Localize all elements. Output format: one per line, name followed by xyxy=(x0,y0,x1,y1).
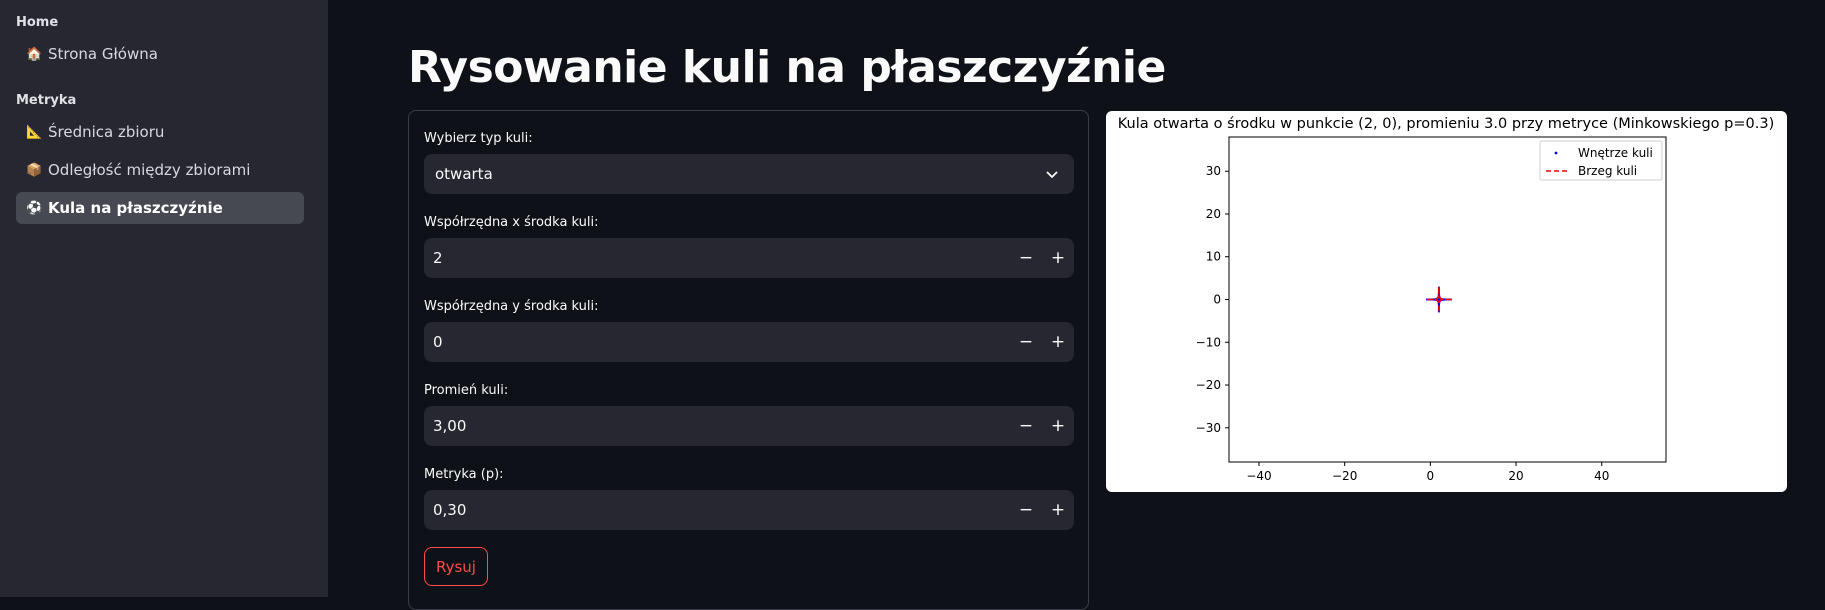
x-tick-label: 0 xyxy=(1427,469,1435,483)
ball-chart: Kula otwarta o środku w punkcie (2, 0), … xyxy=(1118,116,1775,483)
metric-p-input[interactable]: 0,30 − + xyxy=(424,490,1074,530)
p-decrement-button[interactable]: − xyxy=(1010,490,1042,530)
y-tick-label: −10 xyxy=(1196,335,1221,349)
nav-item-label: Odległość między zbiorami xyxy=(48,161,251,179)
sidebar: Home 🏠 Strona Główna Metryka 📐 Średnica … xyxy=(0,0,328,597)
y-center-value[interactable]: 0 xyxy=(433,333,1010,351)
ball-type-value: otwarta xyxy=(435,165,493,183)
nav-item-label: Kula na płaszczyźnie xyxy=(48,199,223,217)
nav-item-strona-glowna[interactable]: 🏠 Strona Główna xyxy=(16,38,304,70)
y-tick-label: 30 xyxy=(1206,164,1221,178)
main-content: Rysowanie kuli na płaszczyźnie Wybierz t… xyxy=(328,0,1825,610)
radius-value[interactable]: 3,00 xyxy=(433,417,1010,435)
x-tick-label: 20 xyxy=(1508,469,1523,483)
radius-input[interactable]: 3,00 − + xyxy=(424,406,1074,446)
x-center-value[interactable]: 2 xyxy=(433,249,1010,267)
page-title: Rysowanie kuli na płaszczyźnie xyxy=(408,42,1166,93)
x-center-input[interactable]: 2 − + xyxy=(424,238,1074,278)
legend-label-boundary: Brzeg kuli xyxy=(1578,164,1637,178)
y-tick-label: −20 xyxy=(1196,378,1221,392)
y-decrement-button[interactable]: − xyxy=(1010,322,1042,362)
soccer-ball-icon: ⚽ xyxy=(26,200,43,216)
radius-increment-button[interactable]: + xyxy=(1042,406,1074,446)
radius-label: Promień kuli: xyxy=(424,383,509,398)
nav-item-srednica-zbioru[interactable]: 📐 Średnica zbioru xyxy=(16,116,304,148)
nav-item-odleglosc-miedzy-zbiorami[interactable]: 📦 Odległość między zbiorami xyxy=(16,154,304,186)
x-tick-label: −20 xyxy=(1332,469,1357,483)
x-tick-label: −40 xyxy=(1246,469,1271,483)
house-icon: 🏠 xyxy=(26,46,43,62)
chart-title: Kula otwarta o środku w punkcie (2, 0), … xyxy=(1118,116,1775,132)
nav-item-kula-na-plaszczyznie[interactable]: ⚽ Kula na płaszczyźnie xyxy=(16,192,304,224)
chevron-down-icon xyxy=(1046,171,1058,179)
y-tick-label: 20 xyxy=(1206,207,1221,221)
y-tick-label: −30 xyxy=(1196,421,1221,435)
y-increment-button[interactable]: + xyxy=(1042,322,1074,362)
nav-item-label: Strona Główna xyxy=(48,45,158,63)
draw-button[interactable]: Rysuj xyxy=(424,547,488,586)
legend-label-interior: Wnętrze kuli xyxy=(1578,146,1653,160)
box-icon: 📦 xyxy=(26,162,43,178)
triangular-ruler-icon: 📐 xyxy=(26,124,43,140)
ball-type-label: Wybierz typ kuli: xyxy=(424,131,533,146)
metric-p-label: Metryka (p): xyxy=(424,467,504,482)
y-center-label: Współrzędna y środka kuli: xyxy=(424,299,599,314)
metric-p-value[interactable]: 0,30 xyxy=(433,501,1010,519)
y-center-input[interactable]: 0 − + xyxy=(424,322,1074,362)
x-tick-label: 40 xyxy=(1594,469,1609,483)
y-tick-label: 0 xyxy=(1213,293,1221,307)
ball-plot: Kula otwarta o środku w punkcie (2, 0), … xyxy=(1106,111,1787,492)
y-tick-label: 10 xyxy=(1206,250,1221,264)
ball-form: Wybierz typ kuli: otwarta Współrzędna x … xyxy=(408,110,1089,610)
nav-section-metryka: Metryka xyxy=(16,93,77,108)
p-increment-button[interactable]: + xyxy=(1042,490,1074,530)
nav-section-home: Home xyxy=(16,15,59,30)
x-increment-button[interactable]: + xyxy=(1042,238,1074,278)
radius-decrement-button[interactable]: − xyxy=(1010,406,1042,446)
legend-marker-interior xyxy=(1554,151,1558,155)
x-decrement-button[interactable]: − xyxy=(1010,238,1042,278)
nav-item-label: Średnica zbioru xyxy=(48,123,165,141)
x-center-label: Współrzędna x środka kuli: xyxy=(424,215,599,230)
ball-type-select[interactable]: otwarta xyxy=(424,154,1074,194)
